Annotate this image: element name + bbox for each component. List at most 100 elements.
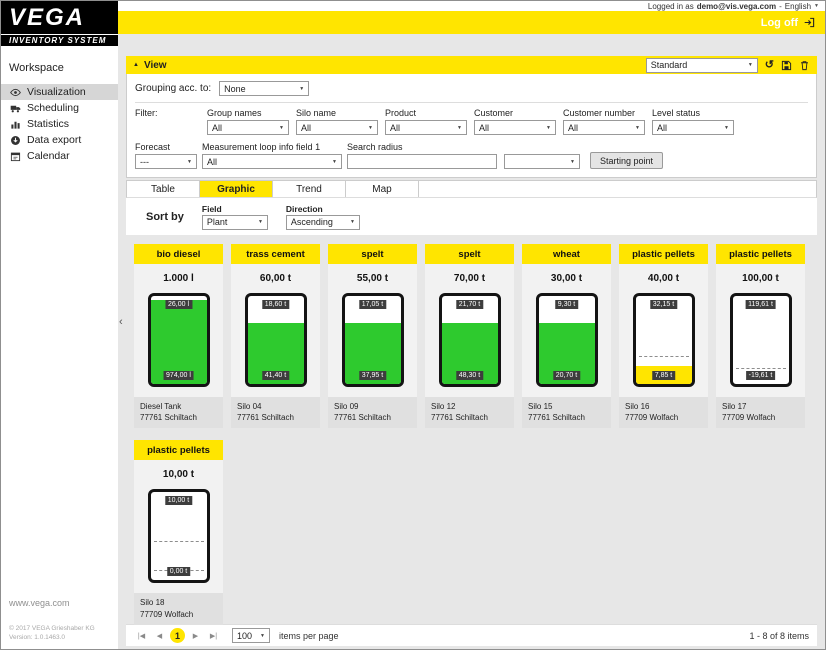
workspace-heading: Workspace (1, 46, 118, 84)
dropdown-arrow-icon: ▼ (258, 219, 263, 225)
search-radius-input[interactable] (347, 154, 497, 169)
silo-card[interactable]: plastic pellets 10,00 t 10,00 t 0,00 t S… (134, 440, 223, 624)
level-status-select[interactable]: All▼ (652, 120, 734, 135)
silo-name-label: Silo 17 (722, 401, 799, 412)
silo-name-label: Silo 12 (431, 401, 508, 412)
first-page-button[interactable]: |◀ (134, 628, 149, 643)
language-dropdown-arrow-icon[interactable]: ▼ (814, 3, 819, 9)
silo-card[interactable]: plastic pellets 40,00 t 32,15 t 7,85 t S… (619, 244, 708, 428)
vega-website-link[interactable]: www.vega.com (9, 598, 116, 608)
logoff-icon[interactable] (804, 17, 815, 28)
silo-card[interactable]: trass cement 60,00 t 18,60 t 41,40 t Sil… (231, 244, 320, 428)
silo-card[interactable]: bio diesel 1.000 l 26,00 l 974,00 l Dies… (134, 244, 223, 428)
tank-threshold-dash (736, 368, 786, 369)
customer-number-label: Customer number (563, 108, 648, 118)
current-page-button[interactable]: 1 (170, 628, 185, 643)
dropdown-arrow-icon: ▼ (368, 125, 373, 131)
silo-card[interactable]: wheat 30,00 t 9,30 t 20,70 t Silo 15 777… (522, 244, 611, 428)
customer-number-select[interactable]: All▼ (563, 120, 645, 135)
sidebar-item-visualization[interactable]: Visualization (1, 84, 118, 100)
forecast-select[interactable]: ---▼ (135, 154, 197, 169)
sort-field-select[interactable]: Plant▼ (202, 215, 268, 230)
sort-direction-label: Direction (286, 204, 360, 214)
tank-free-volume-badge: 10,00 t (165, 496, 192, 505)
sort-field-label: Field (202, 204, 268, 214)
logged-in-user[interactable]: demo@vis.vega.com (697, 2, 776, 11)
silo-location-label: 77761 Schiltach (431, 412, 508, 423)
next-page-button[interactable]: ▶ (188, 628, 203, 643)
silo-footer: Silo 15 77761 Schiltach (522, 397, 611, 428)
silo-capacity-label: 10,00 t (134, 469, 223, 480)
tank-content-badge: 41,40 t (262, 371, 289, 380)
logoff-button[interactable]: Log off (761, 17, 798, 29)
sidebar-item-data-export[interactable]: Data export (1, 132, 118, 148)
top-yellow-bar: Log off (118, 11, 825, 34)
tab-map[interactable]: Map (346, 181, 419, 197)
filter-label: Filter: (135, 108, 203, 118)
customer-select[interactable]: All▼ (474, 120, 556, 135)
eye-icon (10, 87, 21, 98)
vega-inventory-app: Logged in as demo@vis.vega.com - English… (0, 0, 826, 650)
dropdown-arrow-icon: ▼ (350, 219, 355, 225)
tank-free-volume-badge: 18,60 t (262, 300, 289, 309)
prev-page-button[interactable]: ◀ (152, 628, 167, 643)
copyright-text: © 2017 VEGA Grieshaber KG (9, 624, 116, 634)
grouping-select[interactable]: None▼ (219, 81, 309, 96)
starting-point-button[interactable]: Starting point (590, 152, 663, 169)
tab-table[interactable]: Table (127, 181, 200, 197)
language-selector[interactable]: English (785, 2, 811, 11)
silo-name-select[interactable]: All▼ (296, 120, 378, 135)
measurement-loop-select[interactable]: All▼ (202, 154, 342, 169)
view-panel-title: View (144, 60, 167, 71)
sidebar-collapse-chevron-icon[interactable]: ‹ (119, 316, 123, 328)
silo-product-label: plastic pellets (716, 244, 805, 264)
collapse-view-icon[interactable]: ▲ (133, 62, 139, 68)
silo-capacity-label: 1.000 l (134, 273, 223, 284)
delete-view-icon[interactable] (799, 60, 810, 71)
sort-direction-select[interactable]: Ascending▼ (286, 215, 360, 230)
silo-tank-graphic: 32,15 t 7,85 t (633, 293, 695, 387)
silo-body: 30,00 t 9,30 t 20,70 t (522, 264, 611, 397)
sidebar-item-statistics[interactable]: Statistics (1, 116, 118, 132)
level-status-label: Level status (652, 108, 737, 118)
reset-view-icon[interactable]: ↺ (765, 60, 774, 71)
tab-trend[interactable]: Trend (273, 181, 346, 197)
calendar-icon (10, 151, 21, 162)
silo-tank-graphic: 119,61 t -19,61 t (730, 293, 792, 387)
sidebar-item-calendar[interactable]: Calendar (1, 148, 118, 164)
silo-body: 70,00 t 21,70 t 48,30 t (425, 264, 514, 397)
dropdown-arrow-icon: ▼ (546, 125, 551, 131)
silo-location-label: 77761 Schiltach (334, 412, 411, 423)
silo-capacity-label: 30,00 t (522, 273, 611, 284)
silo-card[interactable]: spelt 70,00 t 21,70 t 48,30 t Silo 12 77… (425, 244, 514, 428)
tab-graphic[interactable]: Graphic (200, 181, 273, 197)
sidebar-item-scheduling[interactable]: Scheduling (1, 100, 118, 116)
truck-icon (10, 103, 21, 114)
page-size-select[interactable]: 100▼ (232, 628, 270, 643)
search-radius-label: Search radius (347, 142, 497, 152)
grouping-label: Grouping acc. to: (135, 83, 211, 94)
silo-body: 40,00 t 32,15 t 7,85 t (619, 264, 708, 397)
group-names-select[interactable]: All▼ (207, 120, 289, 135)
view-preset-select[interactable]: Standard▼ (646, 58, 758, 73)
silo-location-label: 77761 Schiltach (528, 412, 605, 423)
product-select[interactable]: All▼ (385, 120, 467, 135)
silo-grid: bio diesel 1.000 l 26,00 l 974,00 l Dies… (126, 235, 817, 624)
radius-unit-select[interactable]: ▼ (504, 154, 580, 169)
last-page-button[interactable]: ▶| (206, 628, 221, 643)
tank-free-volume-badge: 9,30 t (555, 300, 579, 309)
silo-footer: Silo 16 77709 Wolfach (619, 397, 708, 428)
save-view-icon[interactable] (781, 60, 792, 71)
dropdown-arrow-icon: ▼ (187, 159, 192, 165)
silo-capacity-label: 100,00 t (716, 273, 805, 284)
tank-free-volume-badge: 32,15 t (650, 300, 677, 309)
vega-logo: VEGA (1, 1, 118, 34)
silo-card[interactable]: spelt 55,00 t 17,05 t 37,95 t Silo 09 77… (328, 244, 417, 428)
silo-capacity-label: 70,00 t (425, 273, 514, 284)
silo-card[interactable]: plastic pellets 100,00 t 119,61 t -19,61… (716, 244, 805, 428)
dropdown-arrow-icon: ▼ (724, 125, 729, 131)
dropdown-arrow-icon: ▼ (748, 62, 753, 68)
view-panel-header[interactable]: ▲ View Standard▼ ↺ (126, 56, 817, 74)
silo-capacity-label: 60,00 t (231, 273, 320, 284)
silo-body: 1.000 l 26,00 l 974,00 l (134, 264, 223, 397)
